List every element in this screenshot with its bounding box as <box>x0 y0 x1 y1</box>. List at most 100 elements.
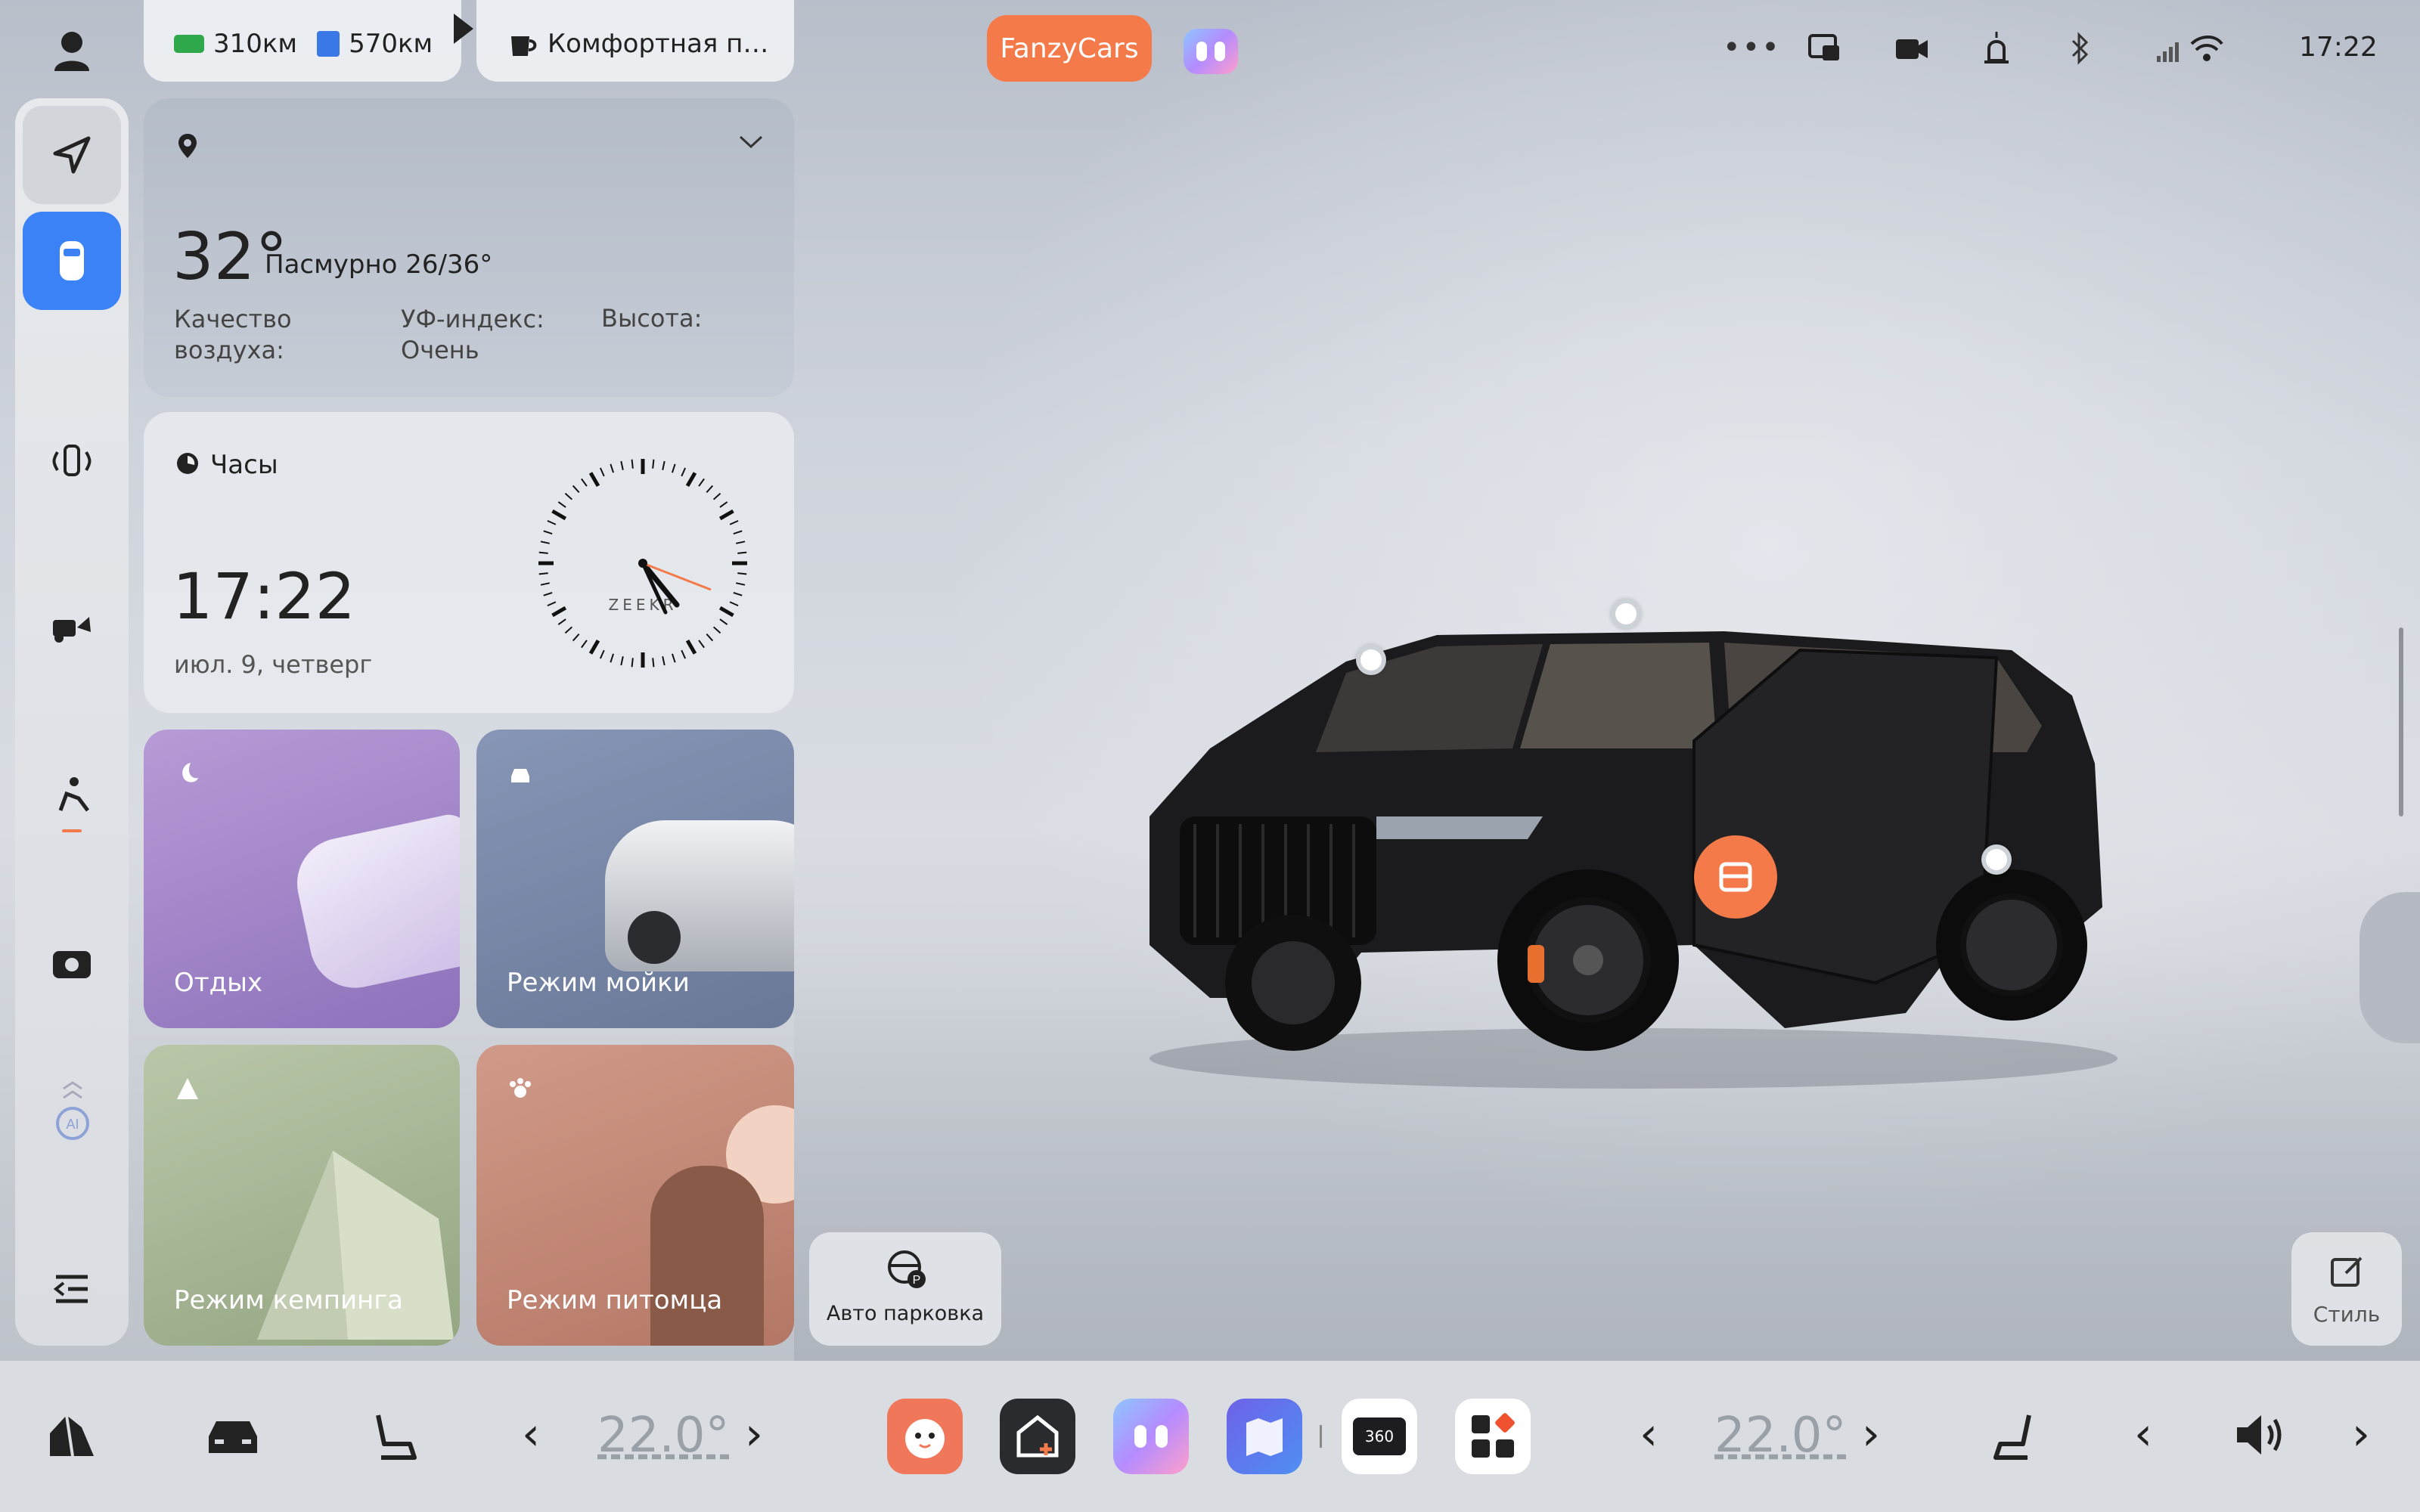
nav-trailer[interactable] <box>50 609 94 647</box>
hotspot-roof[interactable] <box>1611 599 1641 629</box>
style-button[interactable]: Стиль <box>2291 1232 2402 1346</box>
volume-increase[interactable]: › <box>2352 1408 2370 1461</box>
tile-rest[interactable]: Отдых <box>144 730 460 1028</box>
screen-mirror-icon[interactable] <box>1807 33 1841 64</box>
home-icon[interactable] <box>47 1412 97 1459</box>
clock-tick <box>685 472 697 488</box>
location-pin-icon <box>178 134 197 158</box>
clock-tick <box>551 606 567 618</box>
car-model-image[interactable] <box>1119 590 2118 1089</box>
left-temp-value[interactable]: 22.0° <box>597 1408 730 1464</box>
apps-grid-icon <box>1472 1413 1515 1458</box>
clock-tick <box>712 492 721 500</box>
clock-tick <box>662 656 666 666</box>
clock-tick <box>572 633 580 642</box>
home-plus-icon <box>1016 1414 1059 1458</box>
clock-tick <box>581 640 588 649</box>
battery-icon <box>174 35 204 53</box>
nav-navigation[interactable] <box>23 106 121 204</box>
drive-mode-pill[interactable]: Комфортная п… <box>476 0 794 82</box>
car-settings-icon[interactable] <box>204 1414 262 1459</box>
drive-mode-label: Комфортная п… <box>548 29 769 59</box>
profile-icon[interactable] <box>45 29 98 74</box>
right-temp-decrease[interactable]: ‹ <box>1640 1408 1658 1461</box>
tile-pet-label: Режим питомца <box>507 1285 723 1315</box>
auto-parking-label: Авто парковка <box>826 1302 985 1325</box>
hotspot-rear-door[interactable] <box>1981 844 2012 875</box>
brand-button[interactable]: FanzyCars <box>987 15 1152 82</box>
clock-tick <box>719 501 728 508</box>
play-triangle-icon <box>454 14 473 44</box>
clock-card[interactable]: Часы 17:22 июл. 9, четверг ZEEKR <box>144 412 794 713</box>
fuel-icon <box>317 31 340 57</box>
right-temp-value[interactable]: 22.0° <box>1714 1408 1847 1464</box>
door-icon <box>1719 862 1752 892</box>
passenger-seat-icon[interactable] <box>1993 1411 2038 1461</box>
clock-tick <box>631 658 634 668</box>
scene-scrollbar[interactable] <box>2399 627 2403 816</box>
clock-tick <box>581 478 588 487</box>
app-mascot[interactable] <box>887 1399 963 1474</box>
status-clock: 17:22 <box>2299 32 2378 63</box>
clock-tick <box>543 530 553 535</box>
tile-rest-label: Отдых <box>174 968 263 998</box>
nav-camera[interactable] <box>50 945 94 981</box>
tile-car-wash-label: Режим мойки <box>507 968 690 998</box>
clock-tick <box>671 463 676 473</box>
analog-clock: ZEEKR <box>538 459 747 668</box>
volume-icon[interactable] <box>2232 1411 2285 1459</box>
nav-ai-assistant[interactable]: AI <box>50 1081 95 1142</box>
range-status[interactable]: 310км 570км <box>144 0 461 82</box>
assistant-button[interactable] <box>1184 29 1238 74</box>
clock-tick <box>718 509 734 521</box>
clock-tick <box>588 639 600 655</box>
app-maps[interactable] <box>1227 1399 1302 1474</box>
left-temp-decrease[interactable]: ‹ <box>522 1408 540 1461</box>
clock-tick <box>681 467 687 477</box>
nav-menu-icon[interactable] <box>53 1273 91 1305</box>
app-360-camera[interactable]: 360 <box>1342 1399 1417 1474</box>
battery-range: 310км <box>213 29 298 59</box>
assistant-eye-icon <box>1156 1425 1168 1448</box>
app-assistant[interactable] <box>1113 1399 1189 1474</box>
weather-card[interactable]: 32° Пасмурно 26/36° Качество воздуха: УФ… <box>144 98 794 397</box>
volume-decrease[interactable]: ‹ <box>2134 1408 2152 1461</box>
more-icon[interactable]: ••• <box>1723 30 1781 65</box>
clock-date: июл. 9, четверг <box>174 650 373 679</box>
auto-parking-button[interactable]: P Авто парковка <box>809 1232 1001 1346</box>
right-temp-increase[interactable]: › <box>1862 1408 1880 1461</box>
clock-title: Часы <box>210 450 278 480</box>
app-launcher[interactable] <box>1455 1399 1531 1474</box>
clock-tick <box>685 639 697 655</box>
dock-divider <box>1320 1425 1322 1448</box>
app-home-plus[interactable] <box>1000 1399 1075 1474</box>
clock-tick <box>564 626 573 634</box>
tile-car-wash[interactable]: Режим мойки <box>476 730 794 1028</box>
clock-tick <box>736 541 746 544</box>
chevron-down-icon[interactable] <box>738 135 764 150</box>
driver-seat-icon[interactable] <box>371 1411 419 1461</box>
tent-icon <box>177 1078 198 1099</box>
door-toggle-button[interactable] <box>1694 835 1777 919</box>
assistant-eye-icon <box>1196 42 1207 61</box>
car-wash-icon <box>511 769 529 782</box>
left-temp-increase[interactable]: › <box>745 1408 763 1461</box>
clock-tick <box>733 530 743 535</box>
nav-seat-comfort[interactable] <box>51 776 92 816</box>
tile-camping[interactable]: Режим кемпинга <box>144 1045 460 1346</box>
clock-tick <box>698 478 705 487</box>
map-icon <box>1246 1418 1283 1456</box>
steering-parking-icon: P <box>888 1250 926 1288</box>
mascot-face-icon <box>905 1419 945 1458</box>
bluetooth-icon[interactable] <box>2068 30 2091 67</box>
tile-pet[interactable]: Режим питомца <box>476 1045 794 1346</box>
adjacent-car-preview <box>2360 892 2420 1043</box>
hotspot-front-hood[interactable] <box>1356 645 1386 675</box>
svg-text:AI: AI <box>66 1117 79 1132</box>
alarm-icon[interactable] <box>1980 30 2013 67</box>
clock-tick <box>719 618 728 625</box>
nav-vehicle[interactable] <box>23 212 121 310</box>
camera-icon[interactable] <box>1894 36 1929 62</box>
nav-driver-assist[interactable] <box>51 440 92 481</box>
clock-tick <box>718 606 734 618</box>
